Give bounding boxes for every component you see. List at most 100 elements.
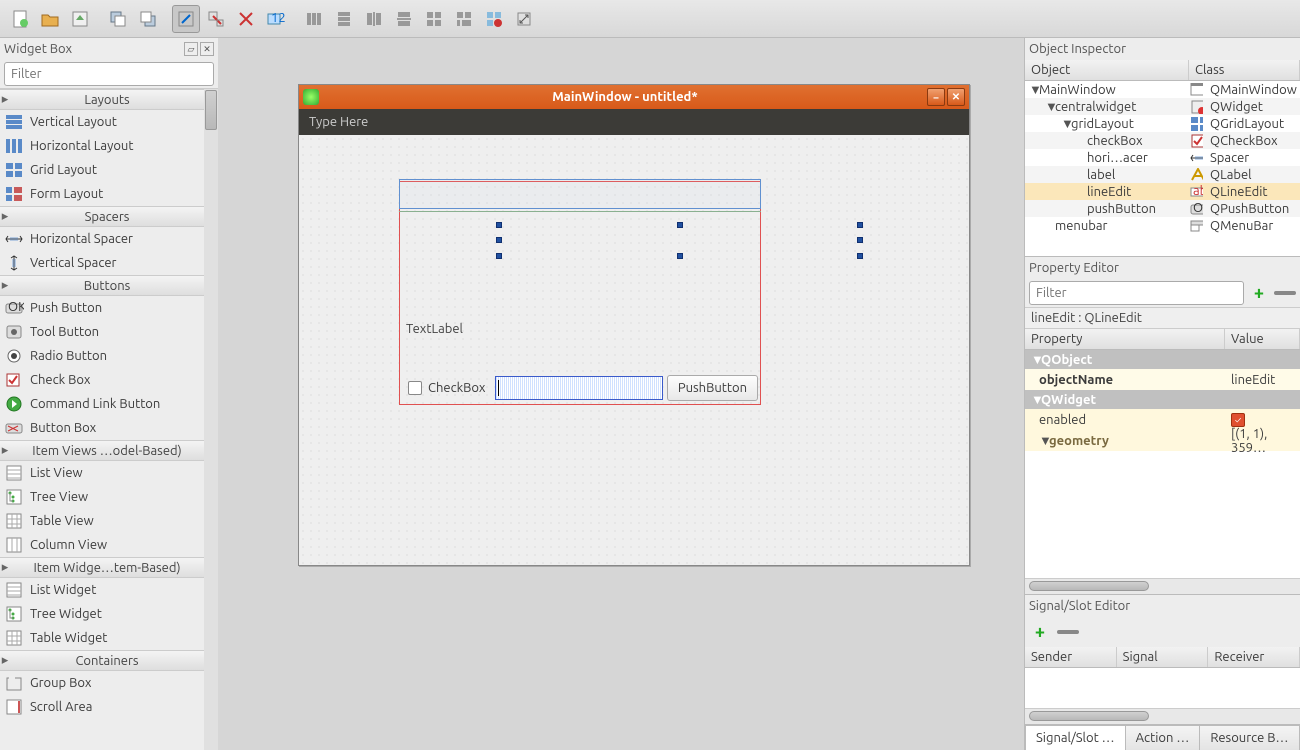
- remove-signal-button[interactable]: [1057, 630, 1079, 634]
- tree-row[interactable]: checkBoxQCheckBox: [1025, 132, 1300, 149]
- tree-row[interactable]: hori…acerSpacer: [1025, 149, 1300, 166]
- widget-item[interactable]: Table View: [0, 509, 204, 533]
- resize-handle[interactable]: [857, 253, 863, 259]
- resize-handle[interactable]: [857, 222, 863, 228]
- break-layout-button[interactable]: [480, 5, 508, 33]
- signal-column-header[interactable]: Signal: [1117, 647, 1209, 667]
- tree-row[interactable]: pushButtonOKQPushButton: [1025, 200, 1300, 217]
- send-back-button[interactable]: [104, 5, 132, 33]
- widget-item[interactable]: Group Box: [0, 671, 204, 695]
- resize-handle[interactable]: [677, 222, 683, 228]
- widget-item[interactable]: Tool Button: [0, 320, 204, 344]
- property-group[interactable]: ▼ QWidget: [1025, 390, 1300, 409]
- sender-column-header[interactable]: Sender: [1025, 647, 1117, 667]
- close-button[interactable]: ✕: [947, 88, 965, 106]
- form-titlebar[interactable]: MainWindow - untitled* – ✕: [299, 85, 969, 109]
- selection-outline[interactable]: [399, 179, 761, 209]
- widget-item[interactable]: Vertical Spacer: [0, 251, 204, 275]
- property-filter[interactable]: [1029, 281, 1244, 305]
- class-column-header[interactable]: Class: [1189, 60, 1300, 80]
- tree-row[interactable]: menubarQMenuBar: [1025, 217, 1300, 234]
- property-row[interactable]: ▼geometry[(1, 1), 359…: [1025, 430, 1300, 451]
- resize-handle[interactable]: [496, 222, 502, 228]
- minimize-button[interactable]: –: [927, 88, 945, 106]
- widget-item[interactable]: Column View: [0, 533, 204, 557]
- form-menubar[interactable]: Type Here: [299, 109, 969, 135]
- layout-hsplit-button[interactable]: [360, 5, 388, 33]
- value-column-header[interactable]: Value: [1225, 329, 1300, 349]
- edit-tab-order-button[interactable]: 123: [262, 5, 290, 33]
- widget-item[interactable]: Check Box: [0, 368, 204, 392]
- bottom-tab[interactable]: Signal/Slot …: [1025, 725, 1126, 750]
- widget-item[interactable]: List Widget: [0, 578, 204, 602]
- widget-item[interactable]: Table Widget: [0, 626, 204, 650]
- checkbox-box[interactable]: [408, 381, 422, 395]
- add-property-button[interactable]: +: [1248, 282, 1270, 304]
- save-file-button[interactable]: [66, 5, 94, 33]
- checkbox-widget[interactable]: CheckBox: [402, 381, 491, 395]
- tree-row[interactable]: ▼gridLayoutQGridLayout: [1025, 115, 1300, 132]
- widget-item[interactable]: Horizontal Layout: [0, 134, 204, 158]
- widget-item[interactable]: Horizontal Spacer: [0, 227, 204, 251]
- widget-box-list[interactable]: ▸LayoutsVertical LayoutHorizontal Layout…: [0, 88, 218, 750]
- grid-layout-outline[interactable]: TextLabel CheckBox PushButton: [399, 181, 761, 405]
- property-list[interactable]: ▼ QObjectobjectNamelineEdit▼ QWidgetenab…: [1025, 350, 1300, 578]
- layout-grid-button[interactable]: [420, 5, 448, 33]
- property-row[interactable]: objectNamelineEdit: [1025, 369, 1300, 390]
- resize-handle[interactable]: [496, 237, 502, 243]
- add-signal-button[interactable]: +: [1029, 621, 1051, 643]
- widget-item[interactable]: List View: [0, 461, 204, 485]
- widget-item[interactable]: Button Box: [0, 416, 204, 440]
- bottom-tab[interactable]: Resource B…: [1199, 725, 1299, 750]
- adjust-size-button[interactable]: [510, 5, 538, 33]
- design-canvas[interactable]: MainWindow - untitled* – ✕ Type Here Tex…: [218, 38, 1024, 750]
- widget-item[interactable]: Command Link Button: [0, 392, 204, 416]
- open-file-button[interactable]: [36, 5, 64, 33]
- tree-row[interactable]: ▼centralwidgetQWidget: [1025, 98, 1300, 115]
- tree-row[interactable]: labelQLabel: [1025, 166, 1300, 183]
- form-window[interactable]: MainWindow - untitled* – ✕ Type Here Tex…: [298, 84, 970, 566]
- property-hscroll[interactable]: [1025, 578, 1300, 594]
- resize-handle[interactable]: [677, 253, 683, 259]
- property-group[interactable]: ▼ QObject: [1025, 350, 1300, 369]
- layout-form-button[interactable]: [450, 5, 478, 33]
- form-body[interactable]: TextLabel CheckBox PushButton: [299, 135, 969, 565]
- widget-group-header[interactable]: ▸Item Widge…tem-Based): [0, 557, 204, 578]
- scrollbar[interactable]: [204, 89, 218, 750]
- bring-front-button[interactable]: [134, 5, 162, 33]
- layout-vsplit-button[interactable]: [390, 5, 418, 33]
- label-widget[interactable]: TextLabel: [406, 322, 463, 336]
- menu-placeholder[interactable]: Type Here: [309, 115, 368, 129]
- widget-item[interactable]: OKPush Button: [0, 296, 204, 320]
- dock-button[interactable]: ▱: [184, 42, 198, 56]
- tree-row[interactable]: lineEditab|QLineEdit: [1025, 183, 1300, 200]
- object-column-header[interactable]: Object: [1025, 60, 1189, 80]
- edit-widgets-button[interactable]: [172, 5, 200, 33]
- receiver-column-header[interactable]: Receiver: [1208, 647, 1300, 667]
- pushbutton-widget[interactable]: PushButton: [667, 375, 758, 401]
- widget-item[interactable]: Tree View: [0, 485, 204, 509]
- edit-buddies-button[interactable]: [232, 5, 260, 33]
- widget-group-header[interactable]: ▸Spacers: [0, 206, 204, 227]
- layout-vert-button[interactable]: [330, 5, 358, 33]
- widget-item[interactable]: Vertical Layout: [0, 110, 204, 134]
- inspector-tree[interactable]: ▼MainWindowQMainWindow▼centralwidgetQWid…: [1025, 81, 1300, 256]
- edit-signals-button[interactable]: [202, 5, 230, 33]
- resize-handle[interactable]: [857, 237, 863, 243]
- lineedit-widget[interactable]: [495, 376, 662, 400]
- widget-box-filter[interactable]: [4, 62, 214, 86]
- widget-item[interactable]: Grid Layout: [0, 158, 204, 182]
- widget-group-header[interactable]: ▸Buttons: [0, 275, 204, 296]
- widget-item[interactable]: Radio Button: [0, 344, 204, 368]
- widget-item[interactable]: Tree Widget: [0, 602, 204, 626]
- tree-row[interactable]: ▼MainWindowQMainWindow: [1025, 81, 1300, 98]
- widget-item[interactable]: Scroll Area: [0, 695, 204, 719]
- layout-horiz-button[interactable]: [300, 5, 328, 33]
- new-file-button[interactable]: [6, 5, 34, 33]
- close-panel-button[interactable]: ✕: [200, 42, 214, 56]
- widget-group-header[interactable]: ▸Item Views …odel-Based): [0, 440, 204, 461]
- property-column-header[interactable]: Property: [1025, 329, 1225, 349]
- widget-group-header[interactable]: ▸Layouts: [0, 89, 204, 110]
- signal-hscroll[interactable]: [1025, 708, 1300, 724]
- widget-item[interactable]: Form Layout: [0, 182, 204, 206]
